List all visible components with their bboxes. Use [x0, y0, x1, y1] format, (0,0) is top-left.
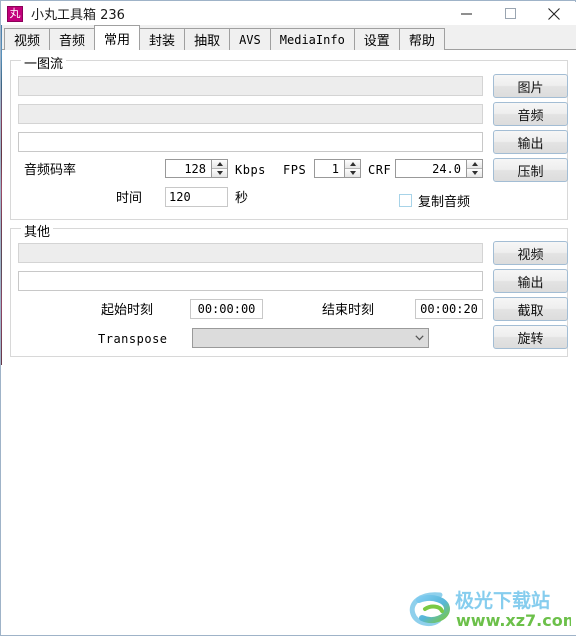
- kbps-unit-label: Kbps: [235, 163, 266, 177]
- tab-video[interactable]: 视频: [4, 28, 51, 50]
- fps-decrement-button[interactable]: [345, 169, 360, 177]
- tab-common[interactable]: 常用: [94, 25, 141, 50]
- output-browse-button[interactable]: 输出: [493, 130, 568, 154]
- fps-label: FPS: [283, 163, 307, 177]
- fps-spinner[interactable]: [314, 159, 361, 178]
- cut-button[interactable]: 截取: [493, 297, 568, 321]
- title-bar: 丸 小丸工具箱 236: [2, 2, 576, 25]
- close-button[interactable]: [532, 2, 576, 25]
- audio-bitrate-input[interactable]: [166, 160, 211, 177]
- end-time-input[interactable]: [415, 299, 483, 319]
- chevron-down-icon: [410, 335, 428, 341]
- copy-audio-checkbox[interactable]: 复制音频: [399, 191, 470, 210]
- tab-content-common: 一图流 图片 音频 输出 音频码率 Kbps FPS CRF: [2, 50, 576, 635]
- duration-label: 时间: [116, 191, 143, 206]
- tab-bar: 视频 音频 常用 封装 抽取 AVS MediaInfo 设置 帮助: [2, 25, 576, 50]
- other-output-browse-button[interactable]: 输出: [493, 269, 568, 293]
- application-window: 丸 小丸工具箱 236 视频 音频 常用 封装 抽取 AVS MediaInfo…: [0, 0, 576, 636]
- chevron-up-icon: [471, 162, 478, 166]
- chevron-down-icon: [471, 171, 478, 175]
- tab-audio[interactable]: 音频: [49, 28, 96, 50]
- crf-input[interactable]: [396, 160, 466, 177]
- encode-button[interactable]: 压制: [493, 158, 568, 182]
- minimize-button[interactable]: [444, 2, 488, 25]
- other-video-browse-button[interactable]: 视频: [493, 241, 568, 265]
- app-icon: 丸: [7, 5, 23, 22]
- other-output-path-input[interactable]: [18, 271, 483, 291]
- tab-settings[interactable]: 设置: [353, 28, 400, 50]
- fps-input[interactable]: [315, 160, 344, 177]
- copy-audio-label: 复制音频: [418, 195, 471, 210]
- rotate-button[interactable]: 旋转: [493, 325, 568, 349]
- duration-unit-label: 秒: [235, 191, 249, 206]
- transpose-label: Transpose: [98, 332, 168, 346]
- tab-list: 视频 音频 常用 封装 抽取 AVS MediaInfo 设置 帮助: [4, 25, 445, 50]
- tab-help[interactable]: 帮助: [398, 28, 445, 50]
- transpose-combobox[interactable]: [192, 328, 429, 348]
- fps-spin-buttons[interactable]: [344, 160, 360, 177]
- crf-label: CRF: [368, 163, 392, 177]
- chevron-down-icon: [349, 171, 356, 175]
- tab-mediainfo[interactable]: MediaInfo: [269, 28, 355, 50]
- copy-audio-checkbox-box[interactable]: [399, 194, 412, 207]
- chevron-down-icon: [216, 171, 223, 175]
- maximize-button[interactable]: [488, 2, 532, 25]
- maximize-icon: [504, 8, 516, 19]
- fps-increment-button[interactable]: [345, 160, 360, 169]
- audio-bitrate-increment-button[interactable]: [212, 160, 227, 169]
- audio-bitrate-label: 音频码率: [24, 163, 77, 178]
- crf-spinner[interactable]: [395, 159, 483, 178]
- crf-increment-button[interactable]: [467, 160, 482, 169]
- start-time-input[interactable]: [190, 299, 263, 319]
- image-browse-button[interactable]: 图片: [493, 74, 568, 98]
- chevron-up-icon: [216, 162, 223, 166]
- window-title: 小丸工具箱 236: [31, 8, 125, 23]
- crf-decrement-button[interactable]: [467, 169, 482, 177]
- window-controls: [444, 2, 576, 25]
- other-video-path-input[interactable]: [18, 243, 483, 263]
- tab-extract[interactable]: 抽取: [184, 28, 231, 50]
- audio-browse-button[interactable]: 音频: [493, 102, 568, 126]
- crf-spin-buttons[interactable]: [466, 160, 482, 177]
- audio-bitrate-spin-buttons[interactable]: [211, 160, 227, 177]
- group-other-title: 其他: [21, 221, 54, 240]
- start-time-label: 起始时刻: [101, 303, 154, 318]
- image-path-input[interactable]: [18, 76, 483, 96]
- output-path-input[interactable]: [18, 132, 483, 152]
- minimize-icon: [460, 13, 472, 15]
- tab-mux[interactable]: 封装: [139, 28, 186, 50]
- audio-bitrate-spinner[interactable]: [165, 159, 228, 178]
- group-image-stream-title: 一图流: [21, 53, 67, 72]
- end-time-label: 结束时刻: [322, 303, 375, 318]
- duration-input[interactable]: [165, 187, 228, 207]
- tab-avs[interactable]: AVS: [229, 28, 271, 50]
- audio-path-input[interactable]: [18, 104, 483, 124]
- close-icon: [548, 7, 560, 20]
- audio-bitrate-decrement-button[interactable]: [212, 169, 227, 177]
- chevron-up-icon: [349, 162, 356, 166]
